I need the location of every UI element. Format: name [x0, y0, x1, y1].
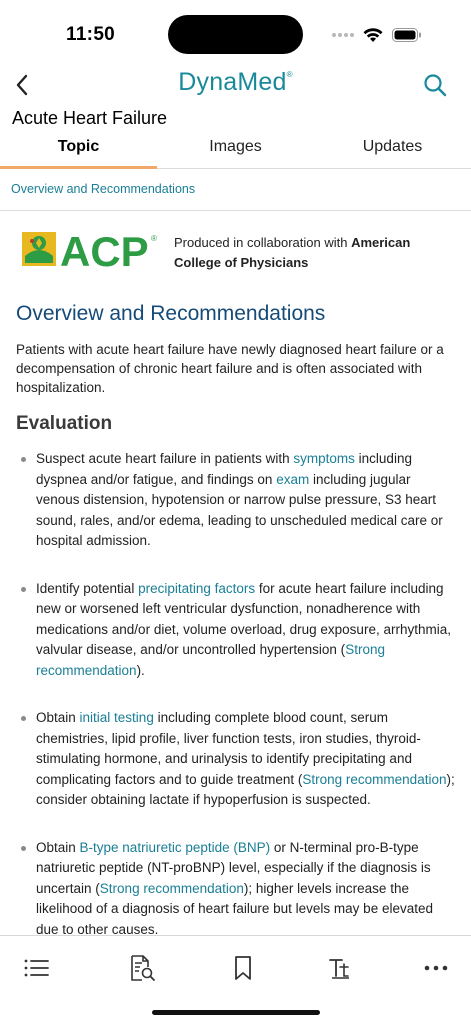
search-button[interactable] [420, 70, 450, 100]
bullet-text: Obtain [36, 839, 80, 855]
tab-topic[interactable]: Topic [0, 132, 157, 169]
status-time: 11:50 [66, 24, 116, 45]
svg-text:®: ® [151, 234, 157, 243]
list-item: Suspect acute heart failure in patients … [16, 449, 456, 552]
battery-icon [392, 28, 421, 42]
link-strong-recommendation[interactable]: Strong recommendation [100, 881, 244, 896]
nav-bar: DynaMed® [0, 64, 471, 104]
bullet-text: Identify potential [36, 580, 139, 596]
link-precipitating-factors[interactable]: precipitating factors [138, 581, 255, 596]
section-nav-bar: Overview and Recommendations [0, 170, 471, 211]
acp-logo-text: ACP [60, 230, 149, 270]
list-item: Obtain initial testing including complet… [16, 708, 456, 811]
acp-logo: ACP ® [22, 230, 157, 270]
tab-images[interactable]: Images [157, 132, 314, 168]
link-initial-testing[interactable]: initial testing [80, 710, 154, 725]
cellular-signal-icon [332, 33, 354, 37]
topic-content: Overview and Recommendations Patients wi… [16, 302, 456, 967]
dynamic-island [168, 15, 303, 54]
overview-intro: Patients with acute heart failure have n… [16, 342, 444, 395]
home-indicator [152, 1010, 320, 1015]
bullet-text: Obtain [36, 710, 80, 725]
brand-name: DynaMed [178, 68, 287, 96]
link-exam[interactable]: exam [276, 472, 309, 487]
status-bar: 11:50 [0, 0, 471, 64]
overview-heading: Overview and Recommendations [16, 302, 326, 325]
link-symptoms[interactable]: symptoms [293, 451, 355, 466]
list-item: Obtain B-type natriuretic peptide (BNP) … [16, 838, 456, 941]
acp-prefix: Produced in collaboration with [174, 235, 352, 250]
search-icon [424, 74, 447, 97]
document-search-icon [131, 955, 155, 981]
text-size-icon [329, 959, 349, 979]
find-in-topic-button[interactable] [127, 953, 157, 983]
evaluation-list: Suspect acute heart failure in patients … [16, 449, 456, 940]
brand-logo: DynaMed® [0, 68, 471, 97]
link-bnp[interactable]: B-type natriuretic peptide (BNP) [80, 840, 271, 855]
bullet-text: ). [136, 662, 145, 678]
list-item: Identify potential precipitating factors… [16, 579, 456, 682]
more-icon [424, 965, 448, 971]
outline-button[interactable] [21, 953, 51, 983]
more-button[interactable] [421, 953, 451, 983]
wifi-icon [363, 28, 383, 42]
bullet-text: Suspect acute heart failure in patients … [36, 451, 294, 466]
evaluation-heading: Evaluation [16, 413, 113, 434]
tab-bar: Topic Images Updates [0, 132, 471, 169]
acp-collaboration-text: Produced in collaboration with American … [174, 233, 454, 273]
page-title: Acute Heart Failure [12, 108, 168, 128]
text-size-button[interactable] [325, 953, 355, 983]
link-strong-recommendation[interactable]: Strong recommendation [302, 772, 446, 787]
list-icon [24, 959, 49, 977]
section-link-overview[interactable]: Overview and Recommendations [11, 182, 195, 196]
bookmark-icon [235, 956, 251, 980]
tab-updates[interactable]: Updates [314, 132, 471, 168]
brand-trademark: ® [286, 70, 293, 79]
status-icons [332, 26, 422, 44]
acp-attribution: ACP ® Produced in collaboration with Ame… [22, 226, 462, 276]
bookmark-button[interactable] [228, 953, 258, 983]
